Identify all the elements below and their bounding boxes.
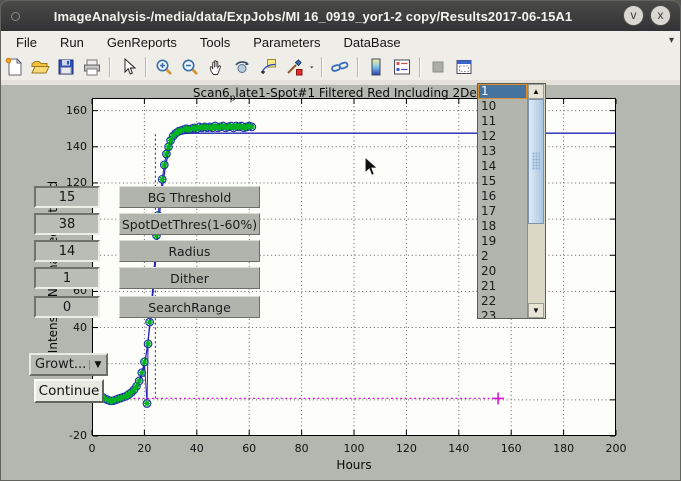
listbox-item-23[interactable]: 23 [478,309,527,318]
colorbar-icon[interactable] [364,56,388,78]
listbox-item-12[interactable]: 12 [478,129,527,144]
x-tick-label: 160 [489,442,533,455]
listbox-item-21[interactable]: 21 [478,279,527,294]
scroll-up-icon[interactable]: ▲ [528,84,544,99]
bg-threshold-label-button[interactable]: BG Threshold [119,186,260,208]
radius-label-button[interactable]: Radius [119,240,260,262]
y-tick-label: 40 [55,321,87,334]
x-tick-label: 140 [437,442,481,455]
continue-button-label: Continue [39,383,100,399]
plot-xlabel: Hours [254,458,454,472]
zoom-in-icon[interactable] [152,56,176,78]
x-tick-label: 100 [332,442,376,455]
brush-caret-icon[interactable] [307,56,317,78]
growth-dropdown[interactable]: Growt... ▼ [29,353,108,376]
link-plots-icon[interactable] [328,56,352,78]
chevron-down-icon: ▼ [89,360,106,370]
search-range-field[interactable] [34,296,100,318]
listbox-item-15[interactable]: 15 [478,174,527,189]
dither-label-button[interactable]: Dither [119,267,260,289]
dock-figure-icon[interactable] [452,56,476,78]
print-icon[interactable] [80,56,104,78]
menu-item-genreports[interactable]: GenReports [97,33,187,52]
zoom-out-icon[interactable] [178,56,202,78]
x-tick-label: 80 [280,442,324,455]
legend-icon[interactable] [390,56,414,78]
window-menu-icon[interactable] [11,12,20,21]
brush-icon[interactable] [282,56,306,78]
search-range-label-button[interactable]: SearchRange [119,296,260,318]
scroll-down-icon[interactable]: ▼ [528,303,544,318]
save-icon[interactable] [54,56,78,78]
cursor-tool-icon[interactable] [116,56,140,78]
titlebar: ImageAnalysis-/media/data/ExpJobs/MI 16_… [1,1,680,31]
toolbar [1,53,680,80]
listbox-item-2[interactable]: 2 [478,249,527,264]
new-figure-icon[interactable] [2,56,26,78]
continue-button[interactable]: Continue [34,379,104,403]
hide-tools-icon[interactable] [426,56,450,78]
listbox-item-17[interactable]: 17 [478,204,527,219]
listbox-item-18[interactable]: 18 [478,219,527,234]
menu-item-tools[interactable]: Tools [190,33,240,52]
listbox-item-20[interactable]: 20 [478,264,527,279]
toolbar-separator [145,57,147,77]
mouse-cursor-icon [363,156,383,178]
spot-det-thres-label-button[interactable]: SpotDetThres(1-60%) [119,213,260,235]
x-tick-label: 60 [227,442,271,455]
x-tick-label: 120 [384,442,428,455]
listbox-item-16[interactable]: 16 [478,189,527,204]
listbox-item-11[interactable]: 11 [478,114,527,129]
dither-field[interactable] [34,267,100,289]
toolbar-separator [321,57,323,77]
listbox-scrollbar[interactable]: ▲ ▼ [527,84,545,318]
listbox-item-14[interactable]: 14 [478,159,527,174]
menu-item-file[interactable]: File [6,33,47,52]
listbox-item-1[interactable]: 1 [478,84,527,99]
toolbar-separator [109,57,111,77]
spot-det-thres-field[interactable] [34,213,100,235]
x-tick-label: 200 [594,442,638,455]
listbox-item-13[interactable]: 13 [478,144,527,159]
menubar: FileRunGenReportsToolsParametersDataBase… [1,31,680,54]
y-tick-label: 140 [55,140,87,153]
shade-button[interactable]: v [623,5,644,26]
x-tick-label: 20 [122,442,166,455]
toolbar-separator [357,57,359,77]
bg-threshold-field[interactable] [34,186,100,208]
toolbar-separator [419,57,421,77]
radius-field[interactable] [34,240,100,262]
y-tick-label: 160 [55,104,87,117]
spot-number-listbox: 110111213141516171819220212223 ▲ ▼ [477,83,546,319]
x-tick-label: 0 [70,442,114,455]
datatip-icon[interactable] [256,56,280,78]
menu-item-parameters[interactable]: Parameters [243,33,330,52]
app-window: ImageAnalysis-/media/data/ExpJobs/MI 16_… [0,0,681,481]
listbox-item-19[interactable]: 19 [478,234,527,249]
menu-item-run[interactable]: Run [50,33,94,52]
figure-canvas: Scan6plate1-Spot#1 Filtered Red Includin… [1,85,681,481]
y-tick-label: -20 [55,429,87,442]
window-title: ImageAnalysis-/media/data/ExpJobs/MI 16_… [1,9,680,24]
listbox-item-10[interactable]: 10 [478,99,527,114]
menu-overflow-icon[interactable]: ▾ [669,35,674,46]
scrollbar-thumb[interactable] [528,99,544,224]
menu-item-database[interactable]: DataBase [333,33,410,52]
pan-hand-icon[interactable] [204,56,228,78]
x-tick-label: 40 [175,442,219,455]
rotate-3d-icon[interactable] [230,56,254,78]
close-button[interactable]: x [650,5,671,26]
open-file-icon[interactable] [28,56,52,78]
x-tick-label: 180 [542,442,586,455]
listbox-item-22[interactable]: 22 [478,294,527,309]
growth-dropdown-label: Growt... [31,357,89,372]
